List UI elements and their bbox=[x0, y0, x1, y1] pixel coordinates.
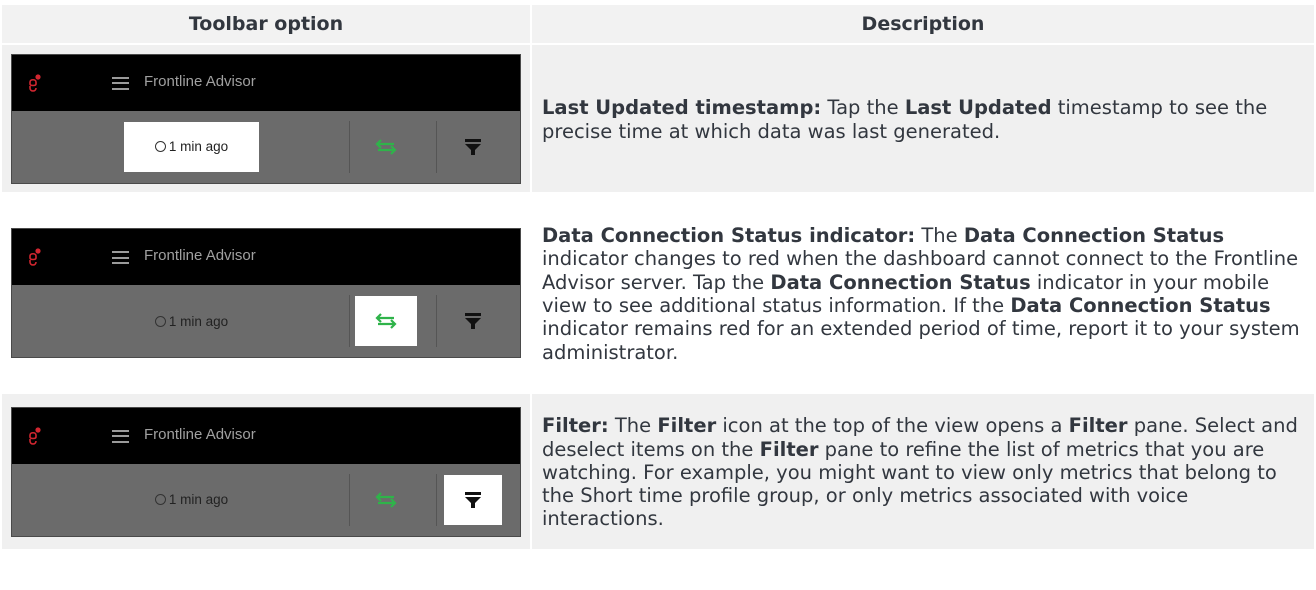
toolbar-mock-image: Frontline Advisor 1 min ago bbox=[11, 406, 521, 538]
toolbar: 1 min ago bbox=[12, 285, 520, 359]
toolbar: 1 min ago bbox=[12, 464, 520, 538]
filter-button bbox=[444, 474, 502, 525]
app-title: Frontline Advisor bbox=[144, 72, 256, 90]
genesys-logo-icon bbox=[29, 248, 41, 266]
filter-button bbox=[444, 122, 502, 172]
timestamp-text: 1 min ago bbox=[168, 313, 229, 329]
bold-term: Data Connection Status bbox=[770, 270, 1031, 294]
description-text: indicator remains red for an extended pe… bbox=[542, 317, 1300, 364]
toolbar-options-table: Toolbar option Description Frontline Adv… bbox=[0, 3, 1316, 551]
timestamp-text: 1 min ago bbox=[168, 139, 229, 154]
hamburger-menu-icon bbox=[112, 429, 129, 443]
toolbar-mock-image: Frontline Advisor 1 min ago bbox=[11, 53, 521, 185]
divider bbox=[349, 295, 350, 347]
bold-term: Filter bbox=[1068, 414, 1128, 438]
table-row: Frontline Advisor 1 min ago bbox=[2, 394, 1314, 549]
toolbar-screenshot-cell: Frontline Advisor 1 min ago bbox=[2, 45, 530, 192]
divider bbox=[349, 473, 350, 526]
description-text: The bbox=[915, 224, 964, 248]
filter-button bbox=[444, 296, 502, 346]
divider bbox=[436, 295, 437, 347]
hamburger-menu-icon bbox=[112, 76, 129, 90]
divider bbox=[349, 120, 350, 173]
app-header-bar: Frontline Advisor bbox=[12, 229, 520, 285]
description-cell: Last Updated timestamp: Tap the Last Upd… bbox=[532, 45, 1314, 192]
header-description: Description bbox=[532, 5, 1314, 43]
description-cell: Data Connection Status indicator: The Da… bbox=[532, 194, 1314, 392]
table-row: Frontline Advisor 1 min ago bbox=[2, 45, 1314, 192]
genesys-logo-icon bbox=[29, 73, 41, 92]
filter-icon bbox=[465, 138, 481, 155]
toolbar-mock-image: Frontline Advisor 1 min ago bbox=[11, 228, 521, 358]
bold-term: Data Connection Status bbox=[963, 224, 1225, 248]
last-updated-timestamp: 1 min ago bbox=[124, 475, 259, 525]
genesys-logo-icon bbox=[29, 426, 41, 445]
refresh-icon bbox=[154, 494, 166, 505]
bold-term: Filter: bbox=[542, 414, 609, 438]
description-text: Tap the bbox=[821, 96, 905, 120]
sync-arrows-icon bbox=[375, 491, 397, 508]
bold-term: Filter bbox=[759, 437, 819, 461]
description-text: The bbox=[608, 414, 658, 438]
refresh-icon bbox=[154, 315, 166, 327]
timestamp-text: 1 min ago bbox=[168, 492, 229, 507]
bold-term: Data Connection Status bbox=[1010, 294, 1271, 317]
app-title: Frontline Advisor bbox=[144, 247, 256, 264]
data-connection-status-indicator bbox=[355, 296, 417, 346]
refresh-icon bbox=[154, 141, 166, 152]
bold-term: Last Updated timestamp: bbox=[542, 96, 822, 120]
toolbar-screenshot-cell: Frontline Advisor 1 min ago bbox=[2, 394, 530, 549]
data-connection-status-indicator bbox=[355, 475, 417, 525]
toolbar-screenshot-cell: Frontline Advisor 1 min ago bbox=[2, 194, 530, 392]
bold-term: Data Connection Status indicator: bbox=[542, 224, 916, 248]
table-row: Frontline Advisor 1 min ago bbox=[2, 194, 1314, 392]
header-toolbar-option: Toolbar option bbox=[2, 5, 530, 43]
bold-term: Filter bbox=[657, 414, 717, 438]
filter-icon bbox=[465, 491, 481, 508]
sync-arrows-icon bbox=[375, 313, 397, 329]
toolbar: 1 min ago bbox=[12, 111, 520, 185]
app-header-bar: Frontline Advisor bbox=[12, 54, 520, 111]
last-updated-timestamp: 1 min ago bbox=[124, 296, 259, 346]
app-title: Frontline Advisor bbox=[144, 425, 256, 443]
sync-arrows-icon bbox=[375, 138, 397, 155]
description-cell: Filter: The Filter icon at the top of th… bbox=[532, 394, 1314, 549]
header-row: Toolbar option Description bbox=[2, 5, 1314, 43]
hamburger-menu-icon bbox=[112, 251, 129, 264]
divider bbox=[436, 473, 437, 526]
filter-icon bbox=[465, 313, 481, 329]
divider bbox=[436, 120, 437, 173]
data-connection-status-indicator bbox=[355, 122, 417, 172]
last-updated-timestamp: 1 min ago bbox=[124, 121, 259, 172]
description-text: icon at the top of the view opens a bbox=[716, 414, 1069, 438]
app-header-bar: Frontline Advisor bbox=[12, 407, 520, 464]
bold-term: Last Updated bbox=[904, 96, 1052, 120]
